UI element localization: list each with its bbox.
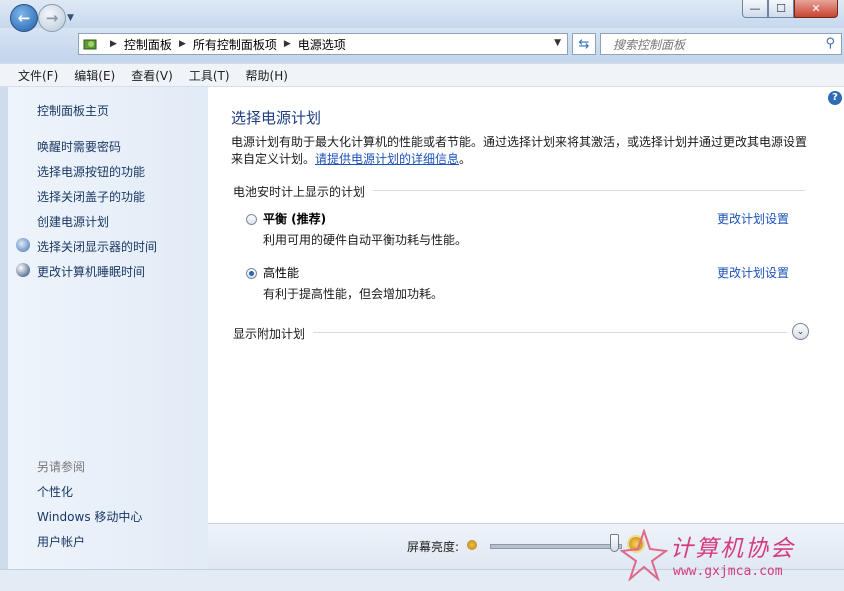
dim-sun-icon [467, 540, 477, 550]
see-also-heading: 另请参阅 [37, 460, 86, 474]
balanced-plan-description: 利用可用的硬件自动平衡功耗与性能。 [263, 233, 468, 247]
plan-details-link[interactable]: 请提供电源计划的详细信息 [315, 152, 459, 166]
watermark-title: 计算机协会 [670, 536, 795, 562]
high-performance-plan-description: 有利于提高性能，但会增加功耗。 [263, 287, 444, 301]
title-bar: — ☐ ✕ [0, 0, 844, 28]
maximize-button[interactable]: ☐ [768, 0, 794, 18]
see-also-personalization[interactable]: 个性化 [37, 483, 73, 500]
watermark-star-icon [620, 529, 668, 581]
breadcrumb: ▶ 控制面板 ▶ 所有控制面板项 ▶ 电源选项 [103, 36, 346, 53]
high-performance-plan-name[interactable]: 高性能 [263, 264, 299, 281]
breadcrumb-all-items[interactable]: 所有控制面板项 [193, 36, 277, 53]
menu-file[interactable]: 文件(F) [18, 67, 58, 84]
display-clock-icon [16, 238, 30, 252]
additional-plans-label[interactable]: 显示附加计划 [233, 325, 305, 342]
help-icon[interactable]: ? [828, 91, 842, 105]
balanced-plan-name[interactable]: 平衡 (推荐) [263, 210, 326, 227]
menu-view[interactable]: 查看(V) [131, 67, 173, 84]
brightness-slider-track[interactable] [490, 544, 622, 549]
search-icon[interactable]: ⚲ [825, 36, 835, 51]
forward-button[interactable]: → [38, 4, 66, 32]
refresh-button[interactable]: ⇆ [572, 33, 596, 55]
recent-pages-dropdown[interactable]: ▼ [67, 13, 74, 23]
menu-bar: 文件(F) 编辑(E) 查看(V) 工具(T) 帮助(H) [0, 64, 844, 87]
breadcrumb-separator-icon[interactable]: ▶ [179, 39, 186, 49]
additional-divider [313, 332, 787, 333]
sidebar-item-display-off[interactable]: 选择关闭显示器的时间 [37, 238, 157, 255]
sidebar: 控制面板主页 唤醒时需要密码 选择电源按钮的功能 选择关闭盖子的功能 创建电源计… [8, 87, 208, 569]
control-panel-icon [83, 37, 99, 51]
balanced-change-settings-link[interactable]: 更改计划设置 [717, 210, 789, 227]
watermark-logo: 计算机协会 www.gxjmca.com [618, 527, 838, 585]
menu-help[interactable]: 帮助(H) [246, 67, 288, 84]
main-content: ? 选择电源计划 电源计划有助于最大化计算机的性能或者节能。通过选择计划来将其激… [208, 87, 844, 523]
high-performance-plan-radio[interactable] [246, 268, 257, 279]
breadcrumb-separator-icon[interactable]: ▶ [284, 39, 291, 49]
back-button[interactable]: ← [10, 4, 38, 32]
menu-tools[interactable]: 工具(T) [189, 67, 230, 84]
sidebar-item-create-plan[interactable]: 创建电源计划 [37, 213, 109, 230]
plan-group-title: 电池安时计上显示的计划 [233, 185, 366, 199]
forward-arrow-icon: → [45, 9, 59, 27]
sleep-moon-icon [16, 263, 30, 277]
group-divider [373, 190, 805, 191]
see-also-user-accounts[interactable]: 用户帐户 [37, 533, 85, 550]
search-input[interactable] [611, 35, 815, 55]
expand-chevron-icon[interactable]: ⌄ [792, 323, 809, 340]
sidebar-item-lid-close[interactable]: 选择关闭盖子的功能 [37, 188, 145, 205]
page-title: 选择电源计划 [231, 109, 322, 127]
balanced-plan-radio[interactable] [246, 214, 257, 225]
sidebar-home-link[interactable]: 控制面板主页 [37, 102, 109, 119]
address-bar[interactable]: ▶ 控制面板 ▶ 所有控制面板项 ▶ 电源选项 ▼ [78, 33, 568, 55]
menu-edit[interactable]: 编辑(E) [74, 67, 115, 84]
sidebar-item-sleep-time[interactable]: 更改计算机睡眠时间 [37, 263, 145, 280]
brightness-label: 屏幕亮度: [407, 540, 460, 554]
see-also-mobility-center[interactable]: Windows 移动中心 [37, 508, 142, 525]
breadcrumb-control-panel[interactable]: 控制面板 [124, 36, 172, 53]
caption-buttons: — ☐ ✕ [742, 0, 838, 18]
sidebar-item-wake-password[interactable]: 唤醒时需要密码 [37, 138, 121, 155]
page-description: 电源计划有助于最大化计算机的性能或者节能。通过选择计划来将其激活，或选择计划并通… [231, 134, 811, 168]
breadcrumb-power-options[interactable]: 电源选项 [298, 36, 346, 53]
sidebar-item-power-button[interactable]: 选择电源按钮的功能 [37, 163, 145, 180]
description-end: 。 [459, 152, 472, 166]
breadcrumb-separator-icon[interactable]: ▶ [110, 39, 117, 49]
high-performance-change-settings-link[interactable]: 更改计划设置 [717, 264, 789, 281]
back-arrow-icon: ← [17, 9, 31, 27]
minimize-button[interactable]: — [742, 0, 768, 18]
close-button[interactable]: ✕ [794, 0, 838, 18]
search-box: ⚲ [600, 33, 842, 55]
address-dropdown-icon[interactable]: ▼ [554, 38, 561, 48]
watermark-url: www.gxjmca.com [673, 564, 783, 579]
refresh-icon: ⇆ [578, 36, 590, 52]
